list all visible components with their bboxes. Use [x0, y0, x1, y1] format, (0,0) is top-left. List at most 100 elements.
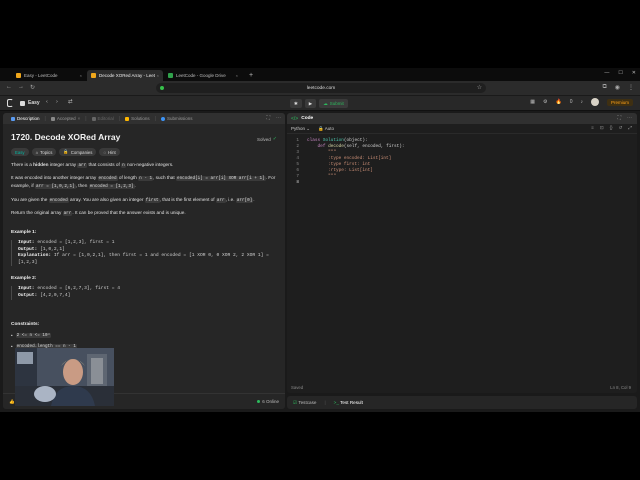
next-problem-icon[interactable]: › — [56, 99, 58, 105]
code-rest: (object): — [343, 138, 368, 143]
text: , i.e. — [225, 196, 236, 202]
code-keyword: class — [307, 138, 323, 143]
text: , then — [75, 183, 89, 189]
leetcode-logo-icon[interactable] — [7, 99, 13, 107]
lock-icon: 🔒 — [63, 149, 69, 154]
premium-button[interactable]: Premium — [606, 98, 633, 106]
label: Input: — [18, 286, 35, 292]
text: You are given the — [11, 196, 49, 202]
lock-icon: 🔒 — [318, 125, 324, 131]
value: [1,0,2,1] — [40, 246, 65, 252]
autocomplete-toggle[interactable]: 🔒 Auto — [318, 126, 334, 132]
webcam-video-frame — [15, 348, 114, 406]
text: array. You are also given an integer — [68, 196, 145, 202]
close-icon[interactable]: × — [80, 73, 82, 78]
language-select[interactable]: Python ⌄ — [291, 126, 310, 132]
format-icon[interactable]: ≡ — [591, 125, 594, 131]
line-number: 8 — [296, 180, 299, 185]
window-controls: — ☐ ✕ — [604, 70, 636, 76]
example-explanation: Explanation: If arr = [1,0,2,1], then fi… — [18, 253, 277, 266]
layout-icon[interactable]: ▦ — [530, 99, 535, 105]
value: encoded = [6,2,7,3], first = 4 — [37, 286, 121, 292]
example-2-block: Input: encoded = [6,2,7,3], first = 4 Ou… — [11, 286, 277, 300]
companies-badge[interactable]: 🔒 Companies — [59, 148, 97, 156]
tab-accepted[interactable]: Accepted × — [47, 113, 84, 124]
save-status: Saved — [291, 385, 304, 390]
close-window-icon[interactable]: ✕ — [632, 70, 636, 76]
text: There is a — [11, 162, 34, 167]
new-tab-button[interactable]: + — [243, 70, 259, 81]
submissions-icon — [160, 116, 165, 121]
fullscreen-icon[interactable]: ⤢ — [628, 125, 632, 131]
editor-tool-icons: ≡ ⊡ {} ↺ ⤢ — [591, 125, 632, 131]
tab-solutions[interactable]: Solutions — [121, 113, 154, 124]
forward-icon[interactable]: → — [18, 84, 24, 90]
url-bar[interactable]: leetcode.com ☆ — [156, 83, 486, 93]
bookmark-star-icon[interactable]: ☆ — [477, 84, 482, 91]
avatar[interactable] — [590, 98, 599, 106]
submit-button[interactable]: ☁ Submit — [319, 99, 348, 108]
extensions-icon[interactable]: ⧉ — [602, 84, 606, 91]
profile-icon[interactable]: ◉ — [615, 84, 620, 91]
value: [4,2,0,7,4] — [40, 292, 71, 298]
browser-tab[interactable]: LeetCode - Google Drive × — [164, 70, 242, 81]
reload-icon[interactable]: ↻ — [30, 84, 35, 91]
example-output: Output: [4,2,0,7,4] — [18, 293, 277, 300]
close-icon[interactable]: × — [236, 73, 238, 78]
reset-icon[interactable]: ↺ — [619, 125, 623, 131]
text: , that is the first element of — [159, 196, 216, 202]
text: Return the original array — [11, 209, 63, 215]
back-icon[interactable]: ← — [6, 84, 12, 90]
topics-badge[interactable]: ⌂ Topics — [31, 148, 57, 156]
text: . — [253, 196, 255, 202]
tab-label: Submissions — [166, 116, 193, 121]
bell-icon[interactable]: ♪ — [580, 99, 583, 105]
browser-tab-title: LeetCode - Google Drive — [176, 73, 226, 78]
minimize-icon[interactable]: — — [604, 70, 609, 76]
tab-description[interactable]: Description — [7, 113, 44, 124]
online-label: 6 Online — [262, 399, 279, 404]
debug-button[interactable]: ✱ — [290, 99, 302, 108]
maximize-panel-icon[interactable]: ⛶ — [266, 115, 270, 121]
close-icon[interactable]: × — [157, 73, 159, 78]
problem-list-button[interactable]: Easy — [20, 99, 40, 107]
problem-list-label: Easy — [28, 100, 40, 106]
browser-tab[interactable]: Easy - LeetCode × — [12, 70, 86, 81]
page-title[interactable]: 1720. Decode XORed Array — [11, 132, 277, 142]
solutions-icon — [125, 116, 130, 121]
bullet: • — [11, 343, 13, 349]
checkbox-icon: ☑ — [293, 399, 298, 405]
google-drive-favicon-icon — [168, 73, 173, 78]
browser-tab-active[interactable]: Decode XORed Array - Leet × — [87, 70, 163, 81]
menu-icon[interactable]: ⋮ — [628, 84, 634, 91]
run-button[interactable]: ▶ — [304, 99, 317, 108]
value: encoded = [1,2,3], first = 1 — [37, 240, 115, 246]
panel-menu-icon[interactable]: ⋯ — [276, 115, 281, 121]
tab-testcase[interactable]: ☑ Testcase — [293, 400, 316, 406]
tab-editorial[interactable]: Editorial — [88, 113, 118, 124]
bug-icon: ✱ — [294, 100, 298, 106]
inline-code: arr — [215, 197, 226, 203]
close-icon[interactable]: × — [78, 116, 81, 121]
notification-count[interactable]: 0 — [570, 99, 573, 105]
example-2-title: Example 2: — [11, 276, 37, 282]
maximize-icon[interactable]: ☐ — [618, 70, 622, 76]
inline-code: arr — [62, 210, 73, 216]
inline-code: first — [144, 197, 160, 203]
hint-badge[interactable]: ◌ Hint — [99, 148, 120, 156]
braces-icon[interactable]: {} — [610, 125, 613, 131]
maximize-panel-icon[interactable]: ⛶ — [617, 115, 621, 121]
panel-menu-icon[interactable]: ⋯ — [627, 115, 632, 121]
settings-icon[interactable]: ⚙ — [543, 99, 547, 105]
inline-code: arr = [1,0,2,1] — [34, 184, 76, 190]
bookmark-icon[interactable]: ⊡ — [600, 125, 604, 131]
inline-code: arr[0] — [235, 197, 254, 203]
prev-problem-icon[interactable]: ‹ — [46, 99, 48, 105]
tab-submissions[interactable]: Submissions — [157, 113, 197, 124]
site-info-icon[interactable] — [160, 86, 164, 90]
streak-icon[interactable]: 🔥 — [555, 99, 561, 105]
shuffle-icon[interactable]: ⇄ — [68, 99, 73, 105]
code-editor[interactable]: 1 class Solution(object): 2 def decode(se… — [287, 134, 637, 186]
tab-test-result[interactable]: >_ Test Result — [334, 400, 363, 405]
